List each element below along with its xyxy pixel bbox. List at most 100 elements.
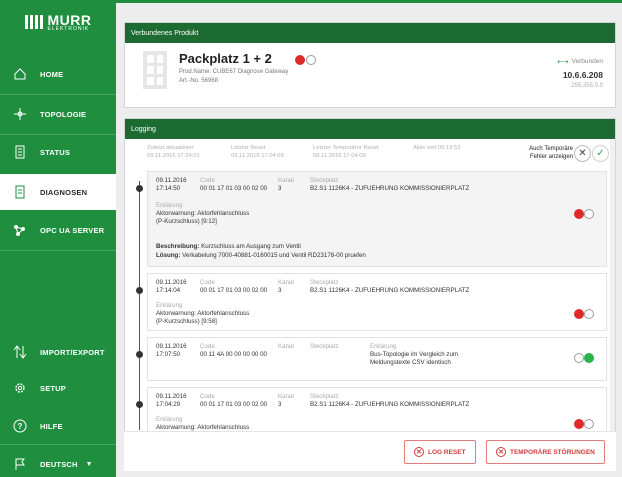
top-accent-line: [116, 0, 622, 3]
entry-timestamp: 09.11.2016 17:04:29: [156, 393, 187, 409]
timeline-dot: [136, 351, 143, 358]
subnet-mask: 255.255.0.0: [571, 83, 603, 89]
entry-erklaerung: Erklärung Bus-Topologie im Vergleich zum…: [370, 343, 459, 367]
entry-timestamp: 09.11.2016 17:07:50: [156, 343, 187, 359]
product-title: Packplatz 1 + 2: [179, 51, 272, 66]
entry-kanal: Kanal 3: [278, 393, 294, 409]
sidebar-item-import-export[interactable]: IMPORT/EXPORT: [0, 334, 116, 370]
timeline-dot: [136, 401, 143, 408]
log-reset-button[interactable]: ✕ LOG RESET: [404, 440, 476, 464]
import-export-icon: [0, 344, 40, 360]
sidebar-item-diagnosen[interactable]: DIAGNOSEN: [0, 174, 116, 210]
sidebar-item-hilfe[interactable]: ? HILFE: [0, 408, 116, 444]
entry-steckplatz: Steckplatz B2.S1 1126K4 - ZUFUEHRUNG KOM…: [310, 393, 470, 409]
entry-status-indicator: [574, 208, 596, 220]
log-entry[interactable]: 09.11.2016 17:04:29 Code 00 01 17 01 03 …: [147, 387, 607, 433]
timeline-dot: [136, 185, 143, 192]
gear-icon: [0, 381, 40, 395]
log-reset-label: LOG RESET: [428, 448, 466, 456]
svg-text:?: ?: [17, 422, 22, 431]
log-entry[interactable]: 09.11.2016 17:07:50 Code 00 11 4A 00 00 …: [147, 337, 607, 381]
hide-temp-faults-button[interactable]: ✕: [574, 145, 591, 162]
temporary-faults-button[interactable]: ✕ TEMPORÄRE STÖRUNGEN: [486, 440, 605, 464]
entry-steckplatz: Steckplatz B2.S1 1126K4 - ZUFUEHRUNG KOM…: [310, 177, 470, 193]
sidebar: MURR ELEKTRONIK HOME TOPOLOGIE STATUS DI…: [0, 0, 116, 477]
meta-active-since: Aktiv seit 00:19:53: [413, 145, 461, 151]
entry-code: Code 00 01 17 01 03 00 02 00: [200, 279, 268, 295]
meta-last-reset: Letzter Reset 09.11.2016 17:04:09: [231, 145, 284, 159]
entry-code: Code 00 01 17 01 03 00 02 00: [200, 393, 268, 409]
entry-code: Code 00 01 17 01 03 00 02 00: [200, 177, 268, 193]
language-label: DEUTSCH: [40, 459, 78, 469]
device-icon: [143, 51, 167, 89]
entry-steckplatz: Steckplatz: [310, 343, 339, 350]
sidebar-item-label: HILFE: [40, 421, 63, 431]
chevron-down-icon: ▼: [85, 460, 93, 468]
connected-product-panel: Verbundenes Produkt Packplatz 1 + 2 Prod…: [124, 22, 616, 108]
link-icon: ⟷: [557, 57, 569, 66]
murr-logo-mark: [24, 15, 45, 29]
logging-panel-header: Logging: [125, 119, 615, 139]
sidebar-item-opc-ua-server[interactable]: OPC UA SERVER: [0, 212, 116, 248]
ip-address: 10.6.6.208: [562, 70, 603, 80]
status-icon: [0, 145, 40, 159]
sidebar-item-label: SETUP: [40, 383, 67, 393]
sidebar-item-label: OPC UA SERVER: [40, 225, 105, 235]
product-panel-header: Verbundenes Produkt: [125, 23, 615, 43]
timeline-line: [139, 181, 140, 430]
entry-timestamp: 09.11.2016 17:14:50: [156, 177, 187, 193]
sidebar-item-label: TOPOLOGIE: [40, 109, 87, 119]
connection-status-label: Verbunden: [571, 58, 603, 65]
sidebar-item-label: HOME: [40, 69, 64, 79]
entry-kanal: Kanal 3: [278, 177, 294, 193]
entry-description: Beschreibung: Kurzschluss am Ausgang zum…: [156, 243, 366, 260]
close-circle-icon: ✕: [414, 447, 424, 457]
product-name: Prod.Name: CUBE67 Diagnose Gateway: [179, 69, 289, 75]
home-icon: [0, 67, 40, 81]
entry-timestamp: 09.11.2016 17:14:04: [156, 279, 187, 295]
murr-logo: MURR ELEKTRONIK: [0, 0, 116, 44]
log-entry[interactable]: 09.11.2016 17:14:04 Code 00 01 17 01 03 …: [147, 273, 607, 331]
check-icon: ✓: [596, 148, 605, 159]
entry-steckplatz: Steckplatz B2.S1 1126K4 - ZUFUEHRUNG KOM…: [310, 279, 470, 295]
entry-erklaerung: Erklärung Aktorwarnung: Aktorfehlanschlu…: [156, 416, 250, 432]
diagnosis-icon: [0, 185, 40, 199]
close-icon: ✕: [578, 148, 587, 159]
sidebar-item-label: STATUS: [40, 147, 71, 157]
entry-code: Code 00 11 4A 00 00 00 00 00: [200, 343, 267, 359]
meta-last-updated: Zuletzt aktualisiert 09.11.2016 17:24:01: [147, 145, 200, 159]
close-circle-icon: ✕: [496, 447, 506, 457]
topology-icon: [0, 107, 40, 121]
sidebar-item-status[interactable]: STATUS: [0, 134, 116, 170]
temporary-faults-label: TEMPORÄRE STÖRUNGEN: [510, 448, 595, 456]
log-scrollbar[interactable]: [610, 139, 615, 470]
log-action-bar: ✕ LOG RESET ✕ TEMPORÄRE STÖRUNGEN: [124, 431, 616, 471]
language-selector[interactable]: DEUTSCH ▼: [0, 446, 116, 477]
timeline-dot: [136, 287, 143, 294]
show-temp-faults-label: Auch Temporäre Fehler anzeigen: [529, 146, 573, 161]
entry-erklaerung: Erklärung Aktorwarnung: Aktorfehlanschlu…: [156, 202, 250, 226]
flag-icon: [0, 457, 40, 471]
connection-status: ⟷ Verbunden: [557, 57, 603, 66]
meta-last-temp-reset: Letzter Temporärer Reset 09.11.2016 17:04…: [313, 145, 379, 159]
brand-name: MURR: [47, 11, 92, 28]
entry-kanal: Kanal: [278, 343, 294, 350]
entry-status-indicator: [574, 418, 596, 430]
opc-server-icon: [0, 223, 40, 237]
product-status-toggle[interactable]: [295, 54, 317, 66]
log-entry[interactable]: 09.11.2016 17:14:50 Code 00 01 17 01 03 …: [147, 171, 607, 267]
sidebar-item-topologie[interactable]: TOPOLOGIE: [0, 96, 116, 132]
sidebar-item-label: IMPORT/EXPORT: [40, 347, 105, 357]
sidebar-item-setup[interactable]: SETUP: [0, 370, 116, 406]
logging-panel: Logging Zuletzt aktualisiert 09.11.2016 1…: [124, 118, 616, 471]
brand-sub: ELEKTRONIK: [47, 25, 90, 32]
sidebar-item-home[interactable]: HOME: [0, 56, 116, 92]
product-art-no: Art.-No. 56968: [179, 78, 219, 84]
entry-erklaerung: Erklärung Aktorwarnung: Aktorfehlanschlu…: [156, 302, 250, 326]
help-icon: ?: [0, 419, 40, 433]
entry-status-indicator: [574, 352, 596, 364]
show-temp-faults-button[interactable]: ✓: [592, 145, 609, 162]
sidebar-item-label: DIAGNOSEN: [40, 187, 88, 197]
entry-status-indicator: [574, 308, 596, 320]
entry-kanal: Kanal 3: [278, 279, 294, 295]
